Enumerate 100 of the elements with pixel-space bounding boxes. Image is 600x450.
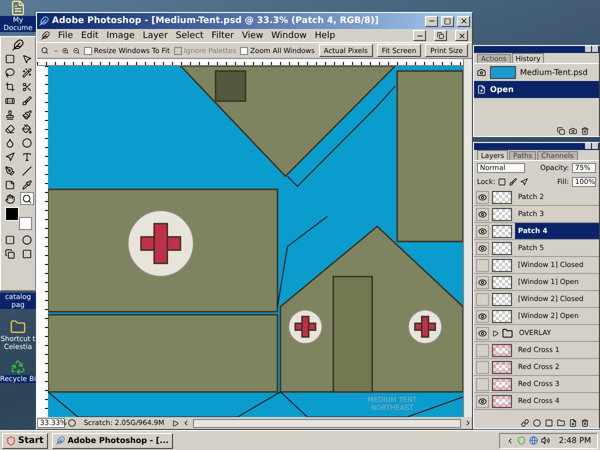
blur-icon[interactable] [4, 138, 14, 148]
stamp-icon[interactable] [4, 110, 14, 120]
brush-icon[interactable] [22, 96, 32, 106]
clock: 2:48 PM [558, 436, 591, 445]
app-icon [39, 16, 49, 26]
background-color-swatch[interactable] [19, 217, 32, 230]
eyedropper-icon[interactable] [22, 180, 32, 190]
scrollbar[interactable] [463, 59, 472, 66]
type-icon[interactable] [22, 152, 32, 162]
visibility-toggle[interactable] [476, 344, 489, 356]
layer-thumbnail [492, 190, 512, 204]
menu-item[interactable]: Help [314, 30, 336, 40]
menu-item[interactable]: File [58, 30, 74, 40]
scroll-left-icon[interactable] [182, 419, 190, 427]
menu-item[interactable]: Image [106, 30, 135, 40]
camera-icon[interactable] [569, 126, 577, 134]
start-button[interactable]: Start [2, 432, 48, 448]
new-layer-icon[interactable] [569, 418, 577, 426]
menu-item[interactable]: Window [271, 30, 307, 40]
expand-arrow-icon[interactable] [492, 330, 499, 336]
maximize-button[interactable] [441, 16, 454, 26]
foreground-color-swatch[interactable] [5, 207, 19, 221]
line-icon[interactable] [22, 166, 32, 176]
full-screen-icon[interactable] [22, 248, 32, 258]
pen-icon[interactable] [4, 166, 14, 176]
restore-button[interactable] [434, 30, 447, 41]
visibility-toggle[interactable] [476, 242, 489, 254]
visibility-toggle[interactable] [476, 360, 489, 374]
zoom-tool-icon[interactable] [41, 45, 49, 56]
quick-mask-icon[interactable] [22, 234, 32, 244]
layer-thumbnail [492, 394, 512, 408]
checkbox[interactable] [84, 46, 92, 54]
minimize-button[interactable] [413, 30, 426, 41]
visibility-toggle[interactable] [476, 310, 489, 322]
visibility-toggle[interactable] [476, 276, 489, 288]
trash-icon[interactable] [581, 418, 589, 426]
close-button[interactable] [455, 30, 468, 41]
lock-pixels-icon[interactable] [509, 178, 518, 186]
history-brush-icon[interactable] [22, 110, 32, 120]
eraser-icon[interactable] [4, 124, 14, 134]
layer-thumbnail [492, 310, 512, 322]
lasso-icon[interactable] [4, 68, 14, 78]
menu-item[interactable]: Layer [142, 30, 168, 40]
marquee-icon[interactable] [4, 54, 14, 64]
visibility-toggle[interactable] [476, 326, 489, 340]
visibility-toggle[interactable] [476, 258, 489, 272]
visibility-toggle[interactable] [476, 292, 489, 306]
menu-item[interactable]: Filter [212, 30, 234, 40]
scroll-right-icon[interactable] [464, 419, 472, 427]
slice-icon[interactable] [22, 82, 32, 92]
zoom-icon[interactable] [22, 194, 32, 204]
layer-thumbnail [492, 276, 512, 288]
globe-icon[interactable] [528, 436, 538, 445]
eye-icon [478, 244, 487, 252]
speaker-icon[interactable] [540, 436, 550, 445]
link-icon[interactable] [521, 418, 529, 426]
snapshot-icon[interactable] [477, 68, 486, 77]
history-state[interactable]: Open [474, 81, 599, 98]
hand-icon[interactable] [4, 194, 14, 204]
visibility-toggle[interactable] [476, 190, 489, 204]
scrollbar[interactable] [193, 418, 461, 428]
document-folder-icon[interactable] [10, 0, 26, 16]
move-icon[interactable] [22, 54, 32, 64]
menu-item[interactable]: Edit [81, 30, 98, 40]
folder-icon[interactable] [10, 319, 26, 335]
visibility-toggle[interactable] [476, 208, 489, 220]
folder-icon [502, 328, 513, 338]
menu-item[interactable]: View [242, 30, 264, 40]
bandage-icon[interactable] [4, 96, 14, 106]
restore-icon [437, 32, 444, 39]
app-icon [56, 436, 65, 445]
taskbar-button[interactable]: Adobe Photoshop - [... [52, 432, 173, 448]
menu-item[interactable]: Select [176, 30, 204, 40]
new-group-icon[interactable] [557, 418, 565, 426]
snapshot-name[interactable]: Medium-Tent.psd [520, 68, 588, 77]
close-button[interactable] [457, 16, 470, 26]
layer-thumbnail [492, 224, 512, 238]
minimize-button[interactable] [425, 16, 438, 26]
visibility-toggle[interactable] [476, 378, 489, 390]
mask-icon[interactable] [545, 418, 553, 426]
checkbox[interactable] [240, 46, 248, 54]
close-icon [458, 32, 466, 40]
zoom-out-icon[interactable] [73, 46, 80, 56]
crop-icon[interactable] [4, 82, 14, 92]
magic-wand-icon[interactable] [22, 68, 32, 78]
paint-bucket-icon[interactable] [22, 124, 32, 134]
arrow-icon[interactable] [172, 420, 179, 426]
visibility-toggle[interactable] [476, 394, 489, 408]
lock-transparency-icon[interactable] [498, 178, 506, 186]
eye-icon [478, 312, 487, 320]
zoom-in-icon[interactable] [62, 46, 70, 56]
trash-icon[interactable] [581, 126, 589, 134]
visibility-toggle[interactable] [476, 224, 489, 238]
standard-mode-icon[interactable] [4, 234, 14, 244]
notes-icon[interactable] [4, 180, 14, 190]
path-selection-icon[interactable] [4, 152, 14, 162]
eye-icon [478, 226, 487, 236]
recycle-bin-icon[interactable] [10, 359, 26, 375]
scrollbar[interactable] [463, 66, 472, 417]
layer-thumbnail [492, 208, 512, 220]
